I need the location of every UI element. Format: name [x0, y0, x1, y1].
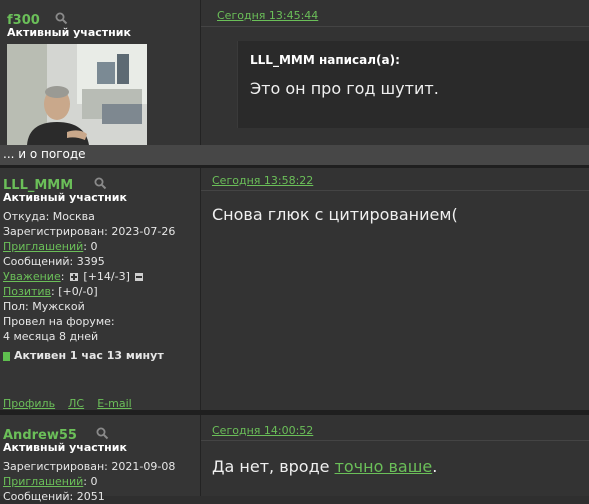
quote-text: Это он про год шутит. — [250, 79, 439, 98]
post-author-panel: f300 Активный участник — [0, 0, 201, 145]
post-date-link[interactable]: Сегодня 13:45:44 — [217, 9, 318, 22]
post-date-link[interactable]: Сегодня 14:00:52 — [212, 424, 313, 437]
user-registered: Зарегистрирован: 2021-09-08 — [3, 460, 176, 473]
quote-author: LLL_MMM написал(а): — [250, 53, 400, 67]
user-rank: Активный участник — [3, 191, 127, 204]
user-invites: Приглашений: 0 — [3, 475, 98, 488]
post-andrew55: Andrew55 Активный участник Зарегистриров… — [0, 415, 589, 503]
post-author-panel: Andrew55 Активный участник Зарегистриров… — [0, 415, 201, 503]
message-link[interactable]: точно ваше — [335, 457, 433, 476]
user-positive: Позитив: [+0/-0] — [3, 285, 98, 298]
time-on-forum-label: Провел на форуме: — [3, 315, 115, 328]
user-rank: Активный участник — [7, 26, 131, 39]
user-registered: Зарегистрирован: 2023-07-26 — [3, 225, 176, 238]
email-link[interactable]: E-mail — [97, 397, 132, 410]
post-content: Сегодня 13:58:22 Снова глюк с цитировани… — [201, 168, 589, 410]
post-message: Да нет, вроде точно ваше. — [212, 457, 438, 476]
active-status: Активен 1 час 13 минут — [3, 348, 198, 363]
divider — [201, 440, 589, 441]
respect-link[interactable]: Уважение — [3, 270, 61, 283]
user-invites: Приглашений: 0 — [3, 240, 98, 253]
profile-link[interactable]: Профиль — [3, 397, 55, 410]
post-date-link[interactable]: Сегодня 13:58:22 — [212, 174, 313, 187]
user-info: Зарегистрирован: 2021-09-08 Приглашений:… — [3, 459, 198, 504]
post-author-panel: LLL_MMM Активный участник Откуда: Москва… — [0, 168, 201, 410]
time-on-forum-value: 4 месяца 8 дней — [3, 330, 99, 343]
user-rank: Активный участник — [3, 441, 127, 454]
positive-link[interactable]: Позитив — [3, 285, 51, 298]
post-content: Сегодня 13:45:44 LLL_MMM написал(а): Это… — [201, 0, 589, 145]
post-f300: f300 Активный участник Сегодня 13:45:44 … — [0, 0, 589, 165]
user-respect: Уважение: [+14/-3] — [3, 269, 198, 284]
avatar[interactable] — [7, 44, 147, 145]
divider — [201, 190, 589, 191]
signature: ... и о погоде — [0, 145, 589, 165]
user-messages: Сообщений: 2051 — [3, 490, 105, 503]
user-info: Откуда: Москва Зарегистрирован: 2023-07-… — [3, 209, 198, 363]
online-status-icon — [3, 351, 10, 361]
user-gender: Пол: Мужской — [3, 300, 85, 313]
post-lll-mmm: LLL_MMM Активный участник Откуда: Москва… — [0, 168, 589, 410]
post-message: Снова глюк с цитированием( — [212, 205, 458, 224]
user-from: Откуда: Москва — [3, 210, 95, 223]
quote-block: LLL_MMM написал(а): Это он про год шутит… — [237, 41, 589, 128]
plus-icon[interactable] — [69, 273, 78, 281]
invites-link[interactable]: Приглашений — [3, 475, 83, 488]
pm-link[interactable]: ЛС — [68, 397, 84, 410]
divider — [201, 26, 589, 27]
user-messages: Сообщений: 3395 — [3, 255, 105, 268]
post-content: Сегодня 14:00:52 Да нет, вроде точно ваш… — [201, 415, 589, 496]
minus-icon[interactable] — [135, 273, 144, 281]
invites-link[interactable]: Приглашений — [3, 240, 83, 253]
post-footer-links: Профиль ЛС E-mail — [3, 392, 140, 411]
signature-text: ... и о погоде — [3, 147, 86, 161]
